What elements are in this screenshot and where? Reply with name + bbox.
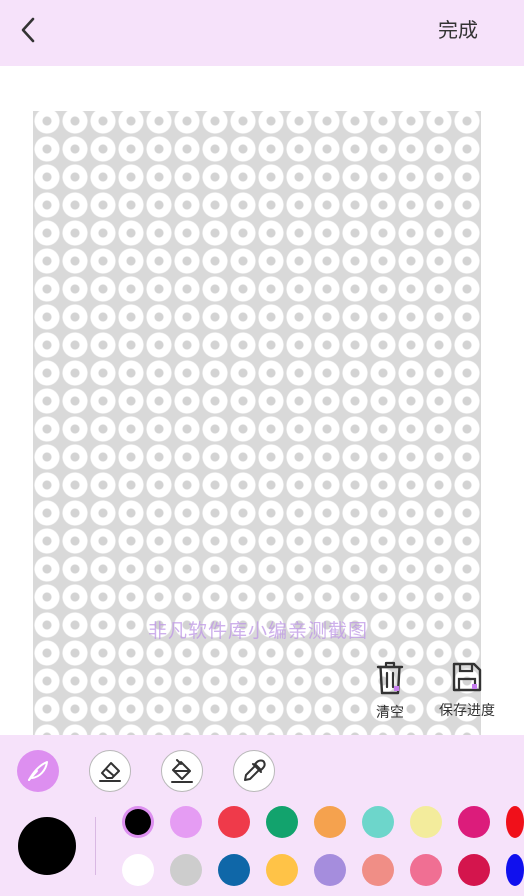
color-swatch[interactable] xyxy=(218,806,250,838)
brush-tool-button[interactable] xyxy=(17,750,59,792)
eraser-icon xyxy=(99,762,121,782)
watermark: 非凡软件库小编亲测截图 xyxy=(148,620,369,642)
feather-brush-icon xyxy=(28,761,48,781)
color-swatch[interactable] xyxy=(170,806,202,838)
eraser-tool-button[interactable] xyxy=(89,750,131,792)
done-button[interactable]: 完成 xyxy=(438,16,478,44)
color-swatch[interactable] xyxy=(125,809,151,835)
color-swatch[interactable] xyxy=(362,806,394,838)
color-swatch[interactable] xyxy=(410,806,442,838)
color-swatch[interactable] xyxy=(410,854,442,886)
paint-bucket-icon xyxy=(171,759,193,783)
chevron-left-icon xyxy=(21,17,35,43)
color-swatch[interactable] xyxy=(362,854,394,886)
top-bar: 完成 xyxy=(0,0,524,66)
color-swatch[interactable] xyxy=(314,854,346,886)
trash-icon xyxy=(376,661,404,695)
save-progress-label: 保存进度 xyxy=(439,703,495,719)
clear-label: 清空 xyxy=(376,705,404,721)
palette-divider xyxy=(95,817,96,875)
eyedropper-icon xyxy=(244,759,266,781)
bottom-toolbar xyxy=(0,735,524,896)
color-swatch[interactable] xyxy=(506,854,524,886)
color-swatch[interactable] xyxy=(266,854,298,886)
eyedropper-tool-button[interactable] xyxy=(233,750,275,792)
color-swatch[interactable] xyxy=(122,854,154,886)
color-swatch[interactable] xyxy=(458,806,490,838)
back-button[interactable] xyxy=(12,14,44,46)
color-swatch[interactable] xyxy=(218,854,250,886)
clear-button[interactable]: 清空 xyxy=(369,660,411,722)
fill-tool-button[interactable] xyxy=(161,750,203,792)
save-disk-icon xyxy=(452,662,482,692)
current-color-indicator[interactable] xyxy=(18,817,76,875)
color-swatch[interactable] xyxy=(458,854,490,886)
color-swatch[interactable] xyxy=(314,806,346,838)
color-swatch[interactable] xyxy=(170,854,202,886)
color-swatch[interactable] xyxy=(506,806,524,838)
save-progress-button[interactable]: 保存进度 xyxy=(434,660,500,720)
color-swatch[interactable] xyxy=(266,806,298,838)
